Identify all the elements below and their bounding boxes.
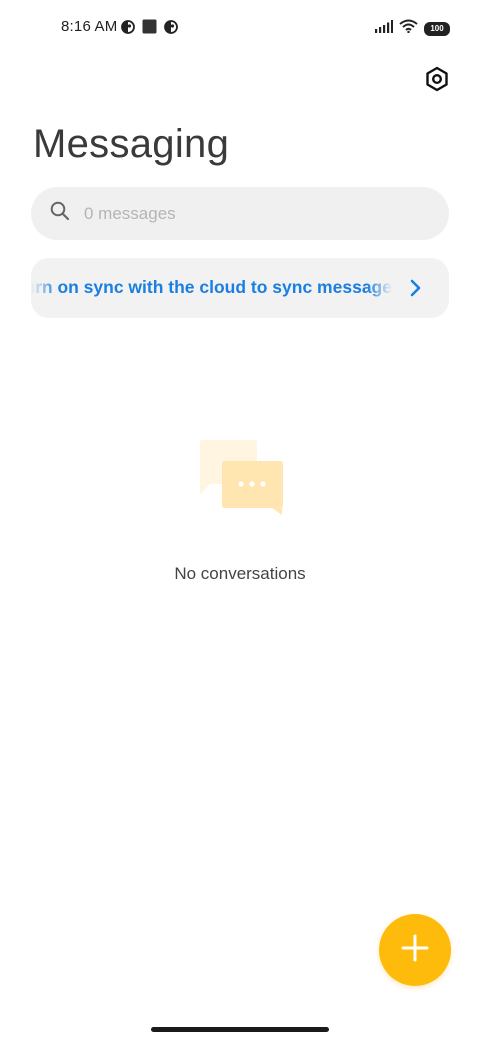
sync-banner[interactable]: Turn on sync with the cloud to sync mess… xyxy=(31,258,449,318)
fade-left xyxy=(31,258,59,318)
search-icon xyxy=(50,201,70,226)
search-bar[interactable] xyxy=(31,187,449,240)
battery-icon: 100 xyxy=(424,21,450,36)
status-bar: 8:16 AM 100 xyxy=(0,14,480,42)
empty-state-text: No conversations xyxy=(174,564,306,583)
chat-bubbles-icon xyxy=(196,437,286,517)
fade-right xyxy=(367,258,393,318)
signal-icon xyxy=(375,19,393,38)
data-saver-icon xyxy=(164,19,178,39)
plus-icon xyxy=(401,934,429,967)
settings-hexagon-icon xyxy=(424,66,450,97)
settings-button[interactable] xyxy=(422,66,452,96)
page-title: Messaging xyxy=(33,122,230,166)
chevron-right-icon xyxy=(408,278,424,298)
sync-banner-text: Turn on sync with the cloud to sync mess… xyxy=(31,277,393,297)
status-time: 8:16 AM xyxy=(61,18,118,35)
status-left-icons xyxy=(121,19,178,39)
home-indicator[interactable] xyxy=(151,1027,329,1032)
square-notification-icon xyxy=(142,19,157,39)
wifi-icon xyxy=(399,19,418,38)
search-input[interactable] xyxy=(82,202,406,225)
new-message-button[interactable] xyxy=(379,914,451,986)
data-saver-icon xyxy=(121,19,135,39)
sync-text-container: Turn on sync with the cloud to sync mess… xyxy=(31,258,393,318)
status-right-icons: 100 xyxy=(375,19,450,38)
